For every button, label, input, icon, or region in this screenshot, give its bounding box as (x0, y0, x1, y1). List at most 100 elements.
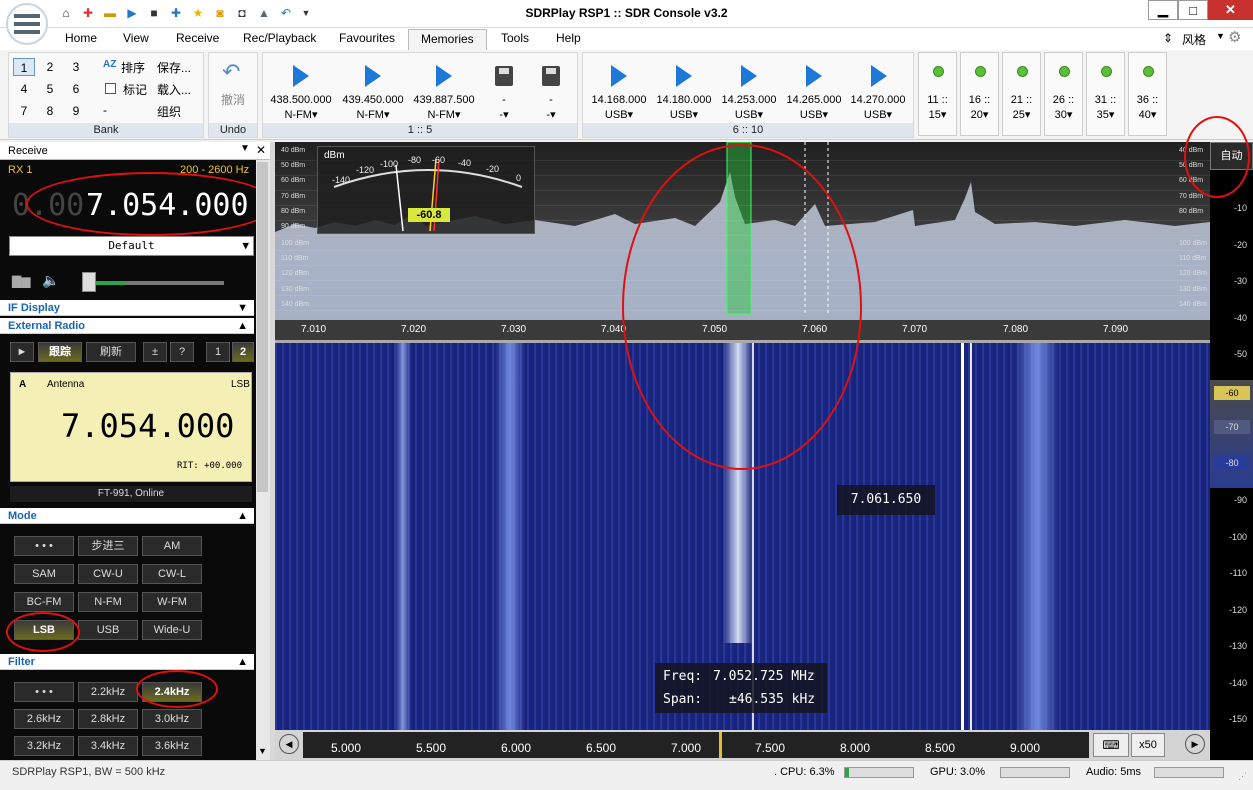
bank-key-3[interactable]: 3 (65, 58, 87, 76)
undo-button[interactable]: 撤消 (221, 91, 245, 108)
ext-vfo2-button[interactable]: 2 (232, 342, 254, 362)
bank-key-2[interactable]: 2 (39, 58, 61, 76)
memory-page-31-35[interactable]: 31 :: 35▾ (1086, 52, 1125, 136)
menu-view[interactable]: View (123, 31, 149, 45)
memory-6-mode[interactable]: USB▾ (582, 108, 656, 121)
menu-home[interactable]: Home (65, 31, 97, 45)
mode-cwu-button[interactable]: CW-U (78, 564, 138, 584)
bank-key-9[interactable]: 9 (65, 102, 87, 120)
maximize-button[interactable]: □ (1178, 0, 1208, 20)
memory-page-16-20[interactable]: 16 :: 20▾ (960, 52, 999, 136)
pin-icon[interactable]: ▼ (240, 143, 250, 154)
filter-3-2-button[interactable]: 3.2kHz (14, 736, 74, 756)
menu-receive[interactable]: Receive (176, 31, 219, 45)
panel-scrollbar-thumb[interactable] (257, 162, 268, 492)
memory-7-freq[interactable]: 14.180.000 (647, 94, 721, 106)
speaker-icon[interactable]: 🔈 (42, 272, 59, 289)
style-menu[interactable]: 风格 (1182, 31, 1206, 48)
volume-slider-thumb[interactable] (82, 272, 96, 292)
bank-key-8[interactable]: 8 (39, 102, 61, 120)
keyboard-icon[interactable]: ⌨ (1093, 733, 1129, 757)
memory-1-play-icon[interactable] (293, 65, 309, 87)
memory-2-mode[interactable]: N-FM▾ (336, 108, 410, 121)
scroll-right-button[interactable]: ▶ (1185, 734, 1205, 754)
mark-checkbox[interactable] (105, 83, 116, 94)
filter-2-6-button[interactable]: 2.6kHz (14, 709, 74, 729)
memory-7-mode[interactable]: USB▾ (647, 108, 721, 121)
waterfall-scale[interactable]: 自动 -60 -70 -80 -10 -20 -30 -40 -50 -90 -… (1184, 116, 1253, 760)
band-ruler[interactable]: 5.000 5.500 6.000 6.500 7.000 7.500 8.00… (303, 732, 1089, 758)
mode-header[interactable]: Mode ▲ (0, 508, 254, 524)
memory-2-play-icon[interactable] (365, 65, 381, 87)
sort-icon[interactable]: ⇕ (1163, 31, 1173, 45)
mode-nfm-button[interactable]: N-FM (78, 592, 138, 612)
memory-page-36-40[interactable]: 36 :: 40▾ (1128, 52, 1167, 136)
close-panel-icon[interactable]: ✕ (256, 143, 266, 157)
memory-5-floppy-icon[interactable] (542, 66, 560, 86)
ext-play-button[interactable]: ► (10, 342, 34, 362)
memory-1-freq[interactable]: 438.500.000 (264, 94, 338, 106)
memory-page-26-30[interactable]: 26 :: 30▾ (1044, 52, 1083, 136)
filter-more-button[interactable]: • • • (14, 682, 74, 702)
bank-key-5[interactable]: 5 (39, 80, 61, 98)
memory-8-play-icon[interactable] (741, 65, 757, 87)
preset-select[interactable]: Default ▼ (9, 236, 254, 256)
menu-tools[interactable]: Tools (501, 31, 529, 45)
ext-plusminus-button[interactable]: ± (143, 342, 167, 362)
ext-vfo1-button[interactable]: 1 (206, 342, 230, 362)
memory-10-freq[interactable]: 14.270.000 (841, 94, 915, 106)
mode-am-button[interactable]: AM (142, 536, 202, 556)
external-radio-header[interactable]: External Radio ▲ (0, 318, 254, 334)
menu-favourites[interactable]: Favourites (339, 31, 395, 45)
memory-page-21-25[interactable]: 21 :: 25▾ (1002, 52, 1041, 136)
mode-usb-button[interactable]: USB (78, 620, 138, 640)
resize-grip-icon[interactable]: ⋰ (1238, 771, 1247, 782)
mode-step-button[interactable]: 步进三 (78, 536, 138, 556)
scale-marker-lower[interactable]: -80 (1214, 456, 1250, 470)
bank-organize[interactable]: 组织 (157, 103, 181, 120)
minimize-button[interactable]: ▁ (1148, 0, 1178, 20)
bank-save[interactable]: 保存... (157, 59, 191, 76)
memory-page-11-15[interactable]: 11 :: 15▾ (918, 52, 957, 136)
scroll-left-button[interactable]: ◀ (279, 734, 299, 754)
mode-bcfm-button[interactable]: BC-FM (14, 592, 74, 612)
zoom-select[interactable]: x50 (1131, 733, 1165, 757)
memory-9-play-icon[interactable] (806, 65, 822, 87)
filter-header[interactable]: Filter ▲ (0, 654, 254, 670)
close-button[interactable]: ✕ (1208, 0, 1253, 20)
mode-cwl-button[interactable]: CW-L (142, 564, 202, 584)
menu-memories[interactable]: Memories (408, 29, 487, 50)
bank-load[interactable]: 载入... (157, 81, 191, 98)
memory-6-freq[interactable]: 14.168.000 (582, 94, 656, 106)
mode-sam-button[interactable]: SAM (14, 564, 74, 584)
bank-key-6[interactable]: 6 (65, 80, 87, 98)
memory-10-play-icon[interactable] (871, 65, 887, 87)
if-display-header[interactable]: IF Display ▼ (0, 300, 254, 316)
memory-6-play-icon[interactable] (611, 65, 627, 87)
filter-2-8-button[interactable]: 2.8kHz (78, 709, 138, 729)
filter-2-2-button[interactable]: 2.2kHz (78, 682, 138, 702)
memory-1-mode[interactable]: N-FM▾ (264, 108, 338, 121)
ext-refresh-button[interactable]: 刷新 (86, 342, 136, 362)
gear-icon[interactable]: ⚙ (1228, 28, 1241, 46)
memory-9-mode[interactable]: USB▾ (777, 108, 851, 121)
bank-key-4[interactable]: 4 (13, 80, 35, 98)
mode-wideu-button[interactable]: Wide-U (142, 620, 202, 640)
memory-4-floppy-icon[interactable] (495, 66, 513, 86)
panel-scrollbar[interactable]: ▼ (256, 160, 270, 760)
memory-8-mode[interactable]: USB▾ (712, 108, 786, 121)
bank-mark[interactable]: 标记 (123, 81, 147, 98)
filter-3-0-button[interactable]: 3.0kHz (142, 709, 202, 729)
memory-7-play-icon[interactable] (676, 65, 692, 87)
memory-3-play-icon[interactable] (436, 65, 452, 87)
filter-3-4-button[interactable]: 3.4kHz (78, 736, 138, 756)
memory-5-mode[interactable]: -▾ (514, 108, 588, 121)
memory-8-freq[interactable]: 14.253.000 (712, 94, 786, 106)
memory-10-mode[interactable]: USB▾ (841, 108, 915, 121)
menu-help[interactable]: Help (556, 31, 581, 45)
ext-help-button[interactable]: ? (170, 342, 194, 362)
mode-wfm-button[interactable]: W-FM (142, 592, 202, 612)
memory-9-freq[interactable]: 14.265.000 (777, 94, 851, 106)
bank-sort[interactable]: 排序 (121, 59, 145, 76)
memory-2-freq[interactable]: 439.450.000 (336, 94, 410, 106)
